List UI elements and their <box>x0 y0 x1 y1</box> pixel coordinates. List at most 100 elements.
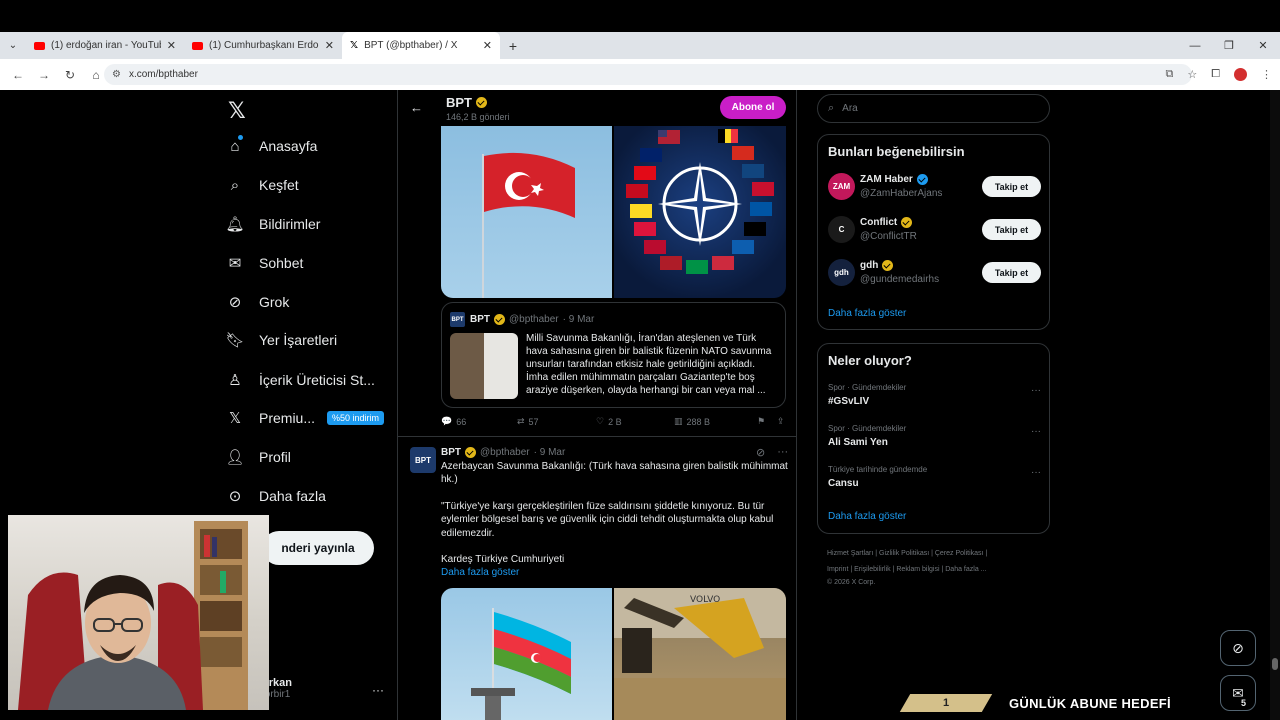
nav-item-creator[interactable]: ♙ İçerik Üreticisi St... <box>226 371 375 389</box>
close-window-icon[interactable]: ✕ <box>1246 39 1280 52</box>
follow-button[interactable]: Takip et <box>982 219 1041 240</box>
notification-dot <box>238 135 243 140</box>
grok-icon[interactable]: ⊘ <box>756 446 765 459</box>
nav-item-x[interactable]: 𝕏 Premiu... %50 indirim <box>226 409 385 427</box>
bpt-avatar[interactable]: BPT <box>450 312 465 327</box>
avatar[interactable]: gdh <box>828 259 855 286</box>
post-button[interactable]: nderi yayınla <box>262 531 374 565</box>
footer-line[interactable]: Hizmet Şartları | Gizlilik Politikası | … <box>827 546 1042 562</box>
show-more-link[interactable]: Daha fazla göster <box>828 308 906 319</box>
turkey-flag-image[interactable] <box>441 126 612 298</box>
suggestion-row[interactable]: ZAM ZAM Haber @ZamHaberAjans Takip et <box>828 173 1041 203</box>
close-tab-icon[interactable]: ✕ <box>325 39 334 52</box>
menu-kebab-icon[interactable]: ⋮ <box>1261 68 1272 81</box>
nato-flags-image[interactable] <box>614 126 786 298</box>
grok-icon: ⊘ <box>1232 639 1244 656</box>
avatar[interactable]: ZAM <box>828 173 855 200</box>
show-more-link[interactable]: Daha fazla göster <box>828 511 906 522</box>
show-more-link[interactable]: Daha fazla göster <box>441 567 519 578</box>
nav-item-person[interactable]: 👤︎ Profil <box>225 448 290 466</box>
tab-search-chevron-icon[interactable]: ⌄ <box>0 40 26 51</box>
browser-tab[interactable]: (1) erdoğan iran - YouTube ✕ <box>26 32 184 59</box>
footer-line[interactable]: Imprint | Erişilebilirlik | Reklam bilgi… <box>827 562 1042 578</box>
back-arrow-icon[interactable]: ← <box>6 68 30 82</box>
nav-item-mail[interactable]: ✉ Sohbet <box>226 254 304 272</box>
nav-item-home[interactable]: ⌂ Anasayfa <box>226 135 317 155</box>
quoted-author-name[interactable]: BPT <box>470 314 490 325</box>
nav-item-label: Daha fazla <box>259 488 326 504</box>
browser-tab-active[interactable]: 𝕏 BPT (@bpthaber) / X ✕ <box>342 32 500 59</box>
grok-floating-button[interactable]: ⊘ <box>1220 630 1256 666</box>
site-info-icon[interactable]: ⚙ <box>112 69 121 80</box>
close-tab-icon[interactable]: ✕ <box>167 39 176 52</box>
person-icon: 👤︎ <box>225 449 245 466</box>
reply-icon: 💬 <box>441 416 453 426</box>
tweet-date[interactable]: · 9 Mar <box>534 447 566 458</box>
account-more-icon[interactable]: ··· <box>372 683 384 697</box>
follow-button[interactable]: Takip et <box>982 262 1041 283</box>
nav-item-grok[interactable]: ⊘ Grok <box>226 293 290 311</box>
excavator-image[interactable]: VOLVO <box>614 588 786 720</box>
quoted-tweet-date[interactable]: · 9 Mar <box>563 314 595 325</box>
author-name[interactable]: BPT <box>441 447 461 458</box>
tweet-divider <box>398 436 796 437</box>
nav-item-label: İçerik Üreticisi St... <box>259 372 375 388</box>
trend-item[interactable]: Spor · Gündemdekiler Ali Sami Yen ··· <box>828 424 1041 448</box>
trends-title: Neler oluyor? <box>828 353 912 368</box>
webcam-person-illustration <box>18 521 248 710</box>
close-tab-icon[interactable]: ✕ <box>483 39 492 52</box>
avatar[interactable]: C <box>828 216 855 243</box>
nav-item-more-circle[interactable]: ⊙ Daha fazla <box>226 487 326 505</box>
profile-avatar-icon[interactable] <box>1234 68 1247 81</box>
quoted-tweet[interactable]: BPT BPT @bpthaber · 9 Mar Milli Savunma … <box>441 302 786 408</box>
subscribe-button[interactable]: Abone ol <box>720 96 786 119</box>
trend-item[interactable]: Spor · Gündemdekiler #GSvLIV ··· <box>828 383 1041 407</box>
bookmark-icon[interactable]: ⚑ <box>757 416 777 427</box>
new-tab-plus-icon[interactable]: + <box>500 38 526 54</box>
quoted-tweet-thumbnail[interactable] <box>450 333 518 399</box>
scrollbar-thumb[interactable] <box>1272 658 1278 670</box>
svg-text:VOLVO: VOLVO <box>690 595 720 605</box>
more-dots-icon[interactable]: ··· <box>1031 467 1041 478</box>
bookmark-star-icon[interactable]: ☆ <box>1187 68 1197 81</box>
reload-icon[interactable]: ↻ <box>58 68 82 82</box>
share-icon[interactable]: ⇪ <box>777 416 785 427</box>
url-field[interactable]: ⚙ x.com/bpthaber <box>104 64 1192 85</box>
retweet-button[interactable]: ⇄ 57 <box>517 416 596 427</box>
goal-label: GÜNLÜK ABUNE HEDEFİ <box>1009 695 1171 711</box>
follow-button[interactable]: Takip et <box>982 176 1041 197</box>
more-dots-icon[interactable]: ··· <box>1031 385 1041 396</box>
tab-title: BPT (@bpthaber) / X <box>364 40 458 51</box>
reply-button[interactable]: 💬 66 <box>441 416 517 427</box>
maximize-icon[interactable]: ❐ <box>1212 39 1246 52</box>
like-button[interactable]: ♡ 2 B <box>596 416 674 427</box>
bpt-avatar[interactable]: BPT <box>410 447 436 473</box>
minimize-icon[interactable]: — <box>1178 40 1212 52</box>
window-controls: — ❐ ✕ <box>1178 32 1280 59</box>
extensions-icon[interactable]: ⧠ <box>1211 68 1220 81</box>
tweet-image-grid[interactable] <box>441 126 786 298</box>
trend-item[interactable]: Türkiye tarihinde gündemde Cansu ··· <box>828 465 1041 489</box>
nav-item-bell[interactable]: 🔔︎ Bildirimler <box>225 215 320 233</box>
quoted-author-handle[interactable]: @bpthaber <box>509 314 559 325</box>
install-app-icon[interactable]: ⧉ <box>1165 68 1173 81</box>
x-logo-icon[interactable]: 𝕏 <box>228 98 246 124</box>
messages-floating-button[interactable]: ✉ 5 <box>1220 675 1256 711</box>
search-input[interactable]: ⌕ Ara <box>817 94 1050 123</box>
more-dots-icon[interactable]: ··· <box>1031 426 1041 437</box>
browser-tab[interactable]: (1) Cumhurbaşkanı Erdoğan'dan ✕ <box>184 32 342 59</box>
author-handle[interactable]: @bpthaber <box>480 447 530 458</box>
azerbaijan-flag-image[interactable] <box>441 588 612 720</box>
who-to-follow-title: Bunları beğenebilirsin <box>828 144 965 159</box>
forward-arrow-icon[interactable]: → <box>32 68 56 82</box>
suggestion-row[interactable]: C Conflict @ConflictTR Takip et <box>828 216 1041 246</box>
tweet-image-grid[interactable]: VOLVO <box>441 588 786 720</box>
suggestion-row[interactable]: gdh gdh @gundemedairhs Takip et <box>828 259 1041 289</box>
nav-item-search[interactable]: ⌕ Keşfet <box>226 176 299 194</box>
back-arrow-icon[interactable]: ← <box>410 100 423 115</box>
nav-item-bookmark[interactable]: 🔖︎ Yer İşaretleri <box>225 331 337 349</box>
more-dots-icon[interactable]: ··· <box>777 446 788 459</box>
page-scrollbar[interactable] <box>1270 90 1280 720</box>
views-button[interactable]: ▥ 288 B <box>674 416 757 427</box>
tweet-text-line: "Türkiye'ye karşı gerçekleştirilen füze … <box>441 500 774 539</box>
